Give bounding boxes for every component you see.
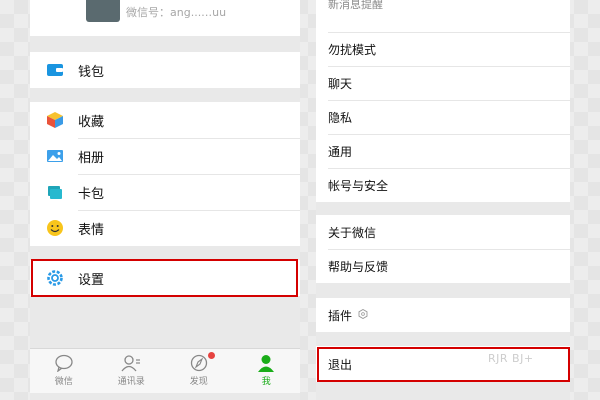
- favorites-label: 收藏: [78, 114, 105, 130]
- wechat-id-text: 微信号：ang...…uu: [126, 6, 227, 19]
- new-message-row-partial[interactable]: 新消息提醒: [316, 0, 570, 32]
- plugins-label: 插件: [328, 308, 353, 323]
- favorites-group: 收藏 相册 卡包 表情: [30, 102, 300, 246]
- chat-settings-row[interactable]: 聊天: [316, 66, 570, 100]
- wallet-group: 钱包: [30, 52, 300, 88]
- wallet-label: 钱包: [78, 64, 105, 80]
- tab-contacts-label: 通讯录: [117, 377, 145, 387]
- stickers-label: 表情: [78, 222, 105, 238]
- card-icon: [46, 183, 64, 201]
- general-label: 通用: [328, 144, 353, 159]
- new-message-label: 新消息提醒: [328, 0, 383, 11]
- cube-icon: [46, 111, 64, 129]
- tab-chats-label: 微信: [54, 377, 73, 387]
- wallet-row[interactable]: 钱包: [30, 52, 300, 88]
- contacts-icon: [121, 354, 141, 372]
- chat-icon: [54, 354, 74, 373]
- cards-row[interactable]: 卡包: [30, 174, 300, 210]
- help-feedback-row[interactable]: 帮助与反馈: [316, 249, 570, 283]
- album-label: 相册: [78, 150, 105, 166]
- tab-me-label: 我: [261, 377, 271, 387]
- watermark: RJR BJ+: [488, 352, 534, 365]
- account-security-label: 帐号与安全: [328, 178, 389, 193]
- album-row[interactable]: 相册: [30, 138, 300, 174]
- tab-me[interactable]: 我: [236, 349, 296, 387]
- tab-contacts[interactable]: 通讯录: [101, 349, 161, 387]
- bottom-tab-bar: 微信 通讯录 发现 我: [30, 348, 300, 393]
- settings-group-plugins: 插件: [316, 298, 570, 332]
- settings-group-main: 新消息提醒 勿扰模式 聊天 隐私 通用 帐号与安全: [316, 0, 570, 202]
- stickers-row[interactable]: 表情: [30, 210, 300, 246]
- favorites-row[interactable]: 收藏: [30, 102, 300, 138]
- me-page: 微信号：ang...…uu 钱包 收藏 相册 卡包 表情 设置 微信 通讯录 发…: [30, 0, 300, 400]
- help-feedback-label: 帮助与反馈: [328, 259, 389, 274]
- account-security-row[interactable]: 帐号与安全: [316, 168, 570, 202]
- avatar: [86, 0, 120, 22]
- plugins-row[interactable]: 插件: [316, 298, 570, 332]
- about-wechat-row[interactable]: 关于微信: [316, 215, 570, 249]
- privacy-row[interactable]: 隐私: [316, 100, 570, 134]
- do-not-disturb-row[interactable]: 勿扰模式: [316, 32, 570, 66]
- settings-page: 新消息提醒 勿扰模式 聊天 隐私 通用 帐号与安全 关于微信 帮助与反馈 插件: [316, 0, 570, 400]
- plugin-icon: [358, 308, 368, 322]
- tab-discover-label: 发现: [189, 377, 208, 387]
- smile-icon: [46, 219, 64, 237]
- me-icon: [256, 354, 276, 372]
- about-wechat-label: 关于微信: [328, 225, 377, 240]
- profile-header[interactable]: 微信号：ang...…uu: [30, 0, 300, 36]
- do-not-disturb-label: 勿扰模式: [328, 42, 377, 57]
- photo-icon: [46, 147, 64, 165]
- tab-chats[interactable]: 微信: [34, 349, 94, 387]
- general-row[interactable]: 通用: [316, 134, 570, 168]
- discover-badge: [207, 352, 215, 359]
- settings-highlight-box: [31, 259, 298, 297]
- cards-label: 卡包: [78, 186, 105, 202]
- tab-discover[interactable]: 发现: [169, 349, 229, 387]
- chat-settings-label: 聊天: [328, 76, 353, 91]
- wallet-icon: [46, 61, 64, 79]
- compass-icon: [189, 354, 209, 372]
- privacy-label: 隐私: [328, 110, 353, 125]
- settings-group-about: 关于微信 帮助与反馈: [316, 215, 570, 283]
